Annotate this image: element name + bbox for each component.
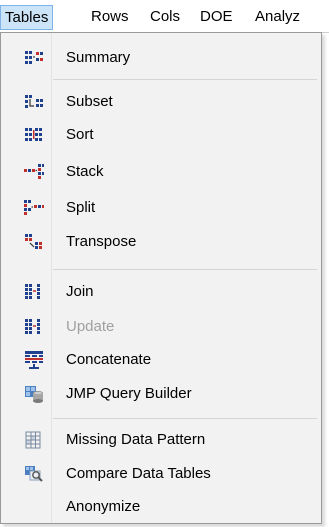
menu-analyze[interactable]: Analyz <box>255 6 300 28</box>
menu-item-split[interactable]: Split <box>3 192 319 224</box>
menu-item-label: Update <box>66 318 115 335</box>
menu-rows[interactable]: Rows <box>91 6 129 28</box>
join-icon <box>24 283 44 301</box>
menu-item-subset[interactable]: Subset <box>3 86 319 118</box>
menu-item-missing-data-pattern[interactable]: Missing Data Pattern <box>3 424 319 456</box>
menu-doe[interactable]: DOE <box>200 6 233 28</box>
menu-bar: Tables Rows Cols DOE Analyz <box>0 0 329 33</box>
summary-icon <box>24 49 44 67</box>
menu-separator <box>53 269 317 270</box>
menu-separator <box>53 418 317 419</box>
menu-item-update: Update <box>3 311 319 343</box>
menu-separator <box>53 79 317 80</box>
menu-item-stack[interactable]: Stack <box>3 156 319 188</box>
transpose-icon <box>24 233 44 251</box>
menu-item-label: Sort <box>66 126 94 143</box>
menu-item-label: Join <box>66 283 94 300</box>
menu-item-label: JMP Query Builder <box>66 385 192 402</box>
menu-item-label: Concatenate <box>66 351 152 368</box>
query-builder-icon <box>24 385 44 403</box>
menu-item-label: Subset <box>66 93 113 110</box>
stack-icon <box>24 163 44 181</box>
menu-item-transpose[interactable]: Transpose <box>3 226 319 258</box>
menu-item-join[interactable]: Join <box>3 276 319 308</box>
menu-item-label: Transpose <box>66 233 137 250</box>
menu-item-jmp-query-builder[interactable]: JMP Query Builder <box>3 378 319 410</box>
menu-item-summary[interactable]: Summary <box>3 42 319 74</box>
missing-data-icon <box>24 431 44 449</box>
menu-item-sort[interactable]: Sort <box>3 119 319 151</box>
menu-item-concatenate[interactable]: Concatenate <box>3 344 319 376</box>
menu-item-compare-data-tables[interactable]: Compare Data Tables <box>3 458 319 490</box>
menu-item-anonymize[interactable]: Anonymize <box>3 491 319 523</box>
menu-item-label: Anonymize <box>66 498 141 515</box>
sort-icon <box>24 126 44 144</box>
tables-dropdown-menu: Summary Subset Sort Stack Split Transpos… <box>0 32 322 524</box>
subset-icon <box>24 93 44 111</box>
menu-item-label: Stack <box>66 163 104 180</box>
menu-item-label: Compare Data Tables <box>66 465 211 482</box>
compare-tables-icon <box>24 465 44 483</box>
concatenate-icon <box>24 351 44 369</box>
update-icon <box>24 318 44 336</box>
menu-cols[interactable]: Cols <box>150 6 180 28</box>
menu-item-label: Summary <box>66 49 131 66</box>
menu-item-label: Missing Data Pattern <box>66 431 206 448</box>
menu-item-label: Split <box>66 199 96 216</box>
menu-tables[interactable]: Tables <box>0 5 54 30</box>
split-icon <box>24 199 44 217</box>
